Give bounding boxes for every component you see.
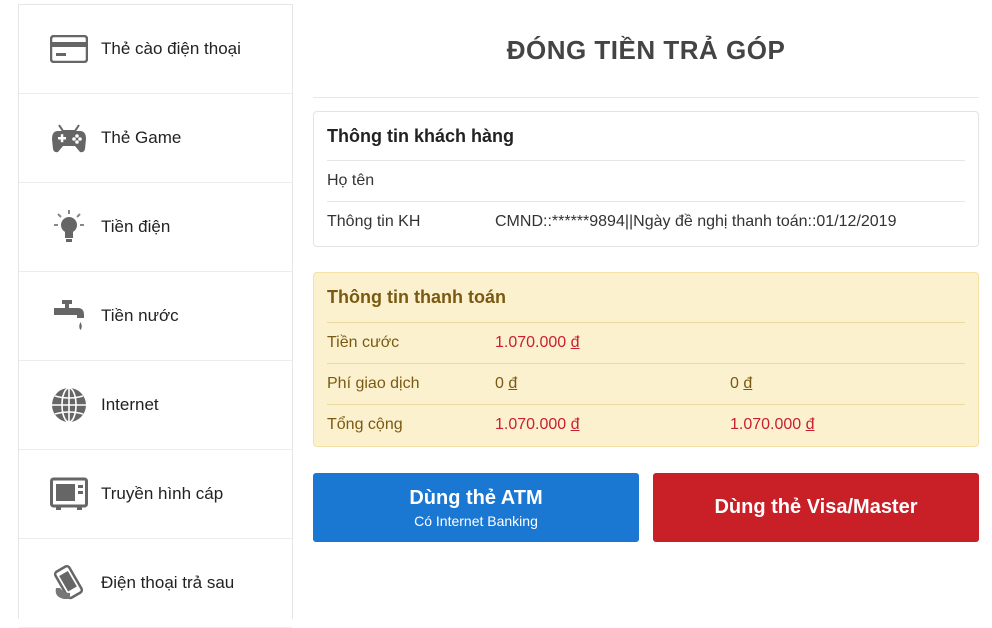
field-label: Thông tin KH bbox=[327, 213, 421, 230]
amount-value: 1.070.000 đ bbox=[730, 416, 815, 433]
atm-button-label: Dùng thẻ ATM bbox=[409, 486, 543, 509]
sidebar-item-cable-tv[interactable]: Truyền hình cáp bbox=[19, 450, 292, 539]
payment-info-heading: Thông tin thanh toán bbox=[327, 273, 965, 323]
payment-row-charge: Tiền cước 1.070.000 đ bbox=[327, 323, 965, 364]
sidebar-item-postpaid-phone[interactable]: Điện thoại trả sau bbox=[19, 539, 292, 628]
main-content: ĐÓNG TIỀN TRẢ GÓP Thông tin khách hàng H… bbox=[313, 4, 979, 542]
sidebar-item-game-card[interactable]: Thẻ Game bbox=[19, 94, 292, 183]
sidebar-item-label: Điện thoại trả sau bbox=[101, 573, 235, 592]
customer-info-heading: Thông tin khách hàng bbox=[327, 112, 965, 161]
field-value: CMND::******9894||Ngày đề nghị thanh toá… bbox=[495, 213, 897, 230]
service-sidebar: Thẻ cào điện thoại Thẻ Game Tiền điện Ti… bbox=[18, 4, 293, 628]
sidebar-item-phone-card[interactable]: Thẻ cào điện thoại bbox=[19, 5, 292, 94]
field-label: Tổng cộng bbox=[327, 416, 403, 433]
sidebar-item-electricity[interactable]: Tiền điện bbox=[19, 183, 292, 272]
pay-visa-button[interactable]: Dùng thẻ Visa/Master bbox=[653, 473, 979, 542]
credit-card-icon bbox=[50, 30, 88, 68]
gamepad-icon bbox=[50, 119, 88, 157]
tv-icon bbox=[50, 475, 88, 513]
field-label: Tiền cước bbox=[327, 334, 400, 351]
lightbulb-icon bbox=[50, 208, 88, 246]
amount-value: 1.070.000 đ bbox=[495, 334, 580, 351]
sidebar-item-label: Internet bbox=[101, 395, 159, 414]
sidebar-item-label: Truyền hình cáp bbox=[101, 484, 224, 503]
sidebar-item-internet[interactable]: Internet bbox=[19, 361, 292, 450]
pay-atm-button[interactable]: Dùng thẻ ATM Có Internet Banking bbox=[313, 473, 639, 542]
payment-row-total: Tổng cộng 1.070.000 đ 1.070.000 đ bbox=[327, 405, 965, 445]
customer-row-name: Họ tên bbox=[327, 161, 965, 202]
sidebar-item-label: Thẻ cào điện thoại bbox=[101, 39, 241, 58]
payment-info-card: Thông tin thanh toán Tiền cước 1.070.000… bbox=[313, 272, 979, 447]
amount-value: 1.070.000 đ bbox=[495, 416, 580, 433]
customer-info-card: Thông tin khách hàng Họ tên Thông tin KH… bbox=[313, 111, 979, 247]
customer-row-info: Thông tin KH CMND::******9894||Ngày đề n… bbox=[327, 202, 965, 242]
amount-value: 0 đ bbox=[495, 375, 518, 392]
page-title: ĐÓNG TIỀN TRẢ GÓP bbox=[313, 4, 979, 98]
payment-row-fee: Phí giao dịch 0 đ 0 đ bbox=[327, 364, 965, 405]
field-label: Họ tên bbox=[327, 172, 375, 189]
phone-icon bbox=[50, 564, 88, 602]
field-label: Phí giao dịch bbox=[327, 375, 420, 392]
atm-button-sublabel: Có Internet Banking bbox=[414, 512, 538, 529]
sidebar-item-label: Tiền điện bbox=[101, 217, 171, 236]
sidebar-item-water[interactable]: Tiền nước bbox=[19, 272, 292, 361]
faucet-icon bbox=[50, 297, 88, 335]
sidebar-item-label: Tiền nước bbox=[101, 306, 179, 325]
visa-button-label: Dùng thẻ Visa/Master bbox=[714, 496, 918, 518]
sidebar-item-label: Thẻ Game bbox=[101, 128, 182, 147]
amount-value: 0 đ bbox=[730, 375, 753, 392]
globe-icon bbox=[50, 386, 88, 424]
